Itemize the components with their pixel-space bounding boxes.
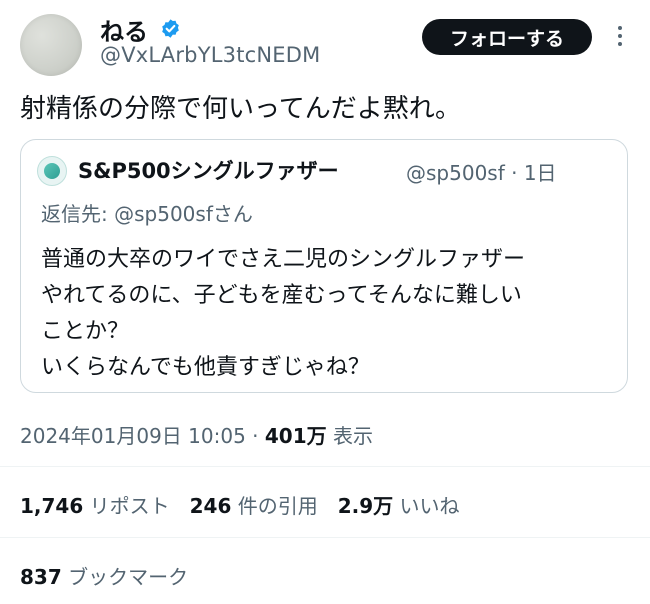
quotes-stat[interactable]: 246 件の引用 [190, 494, 318, 518]
likes-count: 2.9万 [337, 494, 394, 518]
quoted-body-line: ことか？ [41, 319, 130, 344]
author-avatar[interactable] [20, 14, 82, 76]
quoted-tweet-body: 普通の大卒のワイでさえ二児のシングルファザー やれてるのに、子どもを産むってそん… [41, 242, 525, 386]
reposts-label: リポスト [83, 494, 170, 518]
views-count: 401万 [264, 424, 327, 448]
likes-stat[interactable]: 2.9万 いいね [338, 494, 460, 518]
quoted-body-line: 普通の大卒のワイでさえ二児のシングルファザー [41, 247, 526, 272]
reply-to-handle: @sp500sfさん [114, 202, 253, 226]
reply-prefix: 返信先: [41, 202, 115, 226]
quoted-author-avatar [37, 156, 67, 186]
more-options-icon[interactable] [612, 26, 628, 50]
quoted-body-line: やれてるのに、子どもを産むってそんなに難しい [41, 283, 522, 308]
author-handle[interactable]: @VxLArbYL3tcNEDM [100, 43, 320, 67]
quoted-reply-context: 返信先: @sp500sfさん [41, 198, 253, 227]
reposts-stat[interactable]: 1,746 リポスト [20, 494, 170, 518]
reposts-count: 1,746 [20, 494, 84, 518]
verified-badge-icon [162, 19, 179, 38]
meta-separator: · [245, 424, 265, 448]
quoted-body-line: いくらなんでも他責すぎじゃね？ [41, 355, 370, 380]
bookmarks-label: ブックマーク [61, 565, 189, 589]
bookmarks-stat[interactable]: 837 ブックマーク [20, 561, 188, 590]
tweet-meta: 2024年01月09日 10:05 · 401万 表示 [20, 420, 373, 449]
timestamp[interactable]: 2024年01月09日 10:05 [20, 424, 246, 448]
tweet-text: 射精係の分際で何いってんだよ黙れ。 [20, 94, 461, 124]
quotes-label: 件の引用 [231, 494, 318, 518]
engagement-stats: 1,746 リポスト 246 件の引用 2.9万 いいね [20, 490, 460, 519]
quotes-count: 246 [189, 494, 232, 518]
quoted-display-name: S&P500シングルファザー [78, 159, 339, 183]
divider [0, 466, 650, 467]
divider [0, 537, 650, 538]
likes-label: いいね [393, 494, 460, 518]
views-label: 表示 [326, 424, 373, 448]
author-display-name[interactable]: ねる [100, 12, 148, 47]
bookmarks-count: 837 [20, 565, 62, 589]
follow-button[interactable]: フォローする [422, 19, 592, 55]
quoted-tweet-card[interactable]: S&P500シングルファザー @sp500sf · 1日 返信先: @sp500… [20, 139, 628, 393]
quoted-handle-time: @sp500sf · 1日 [406, 161, 557, 185]
